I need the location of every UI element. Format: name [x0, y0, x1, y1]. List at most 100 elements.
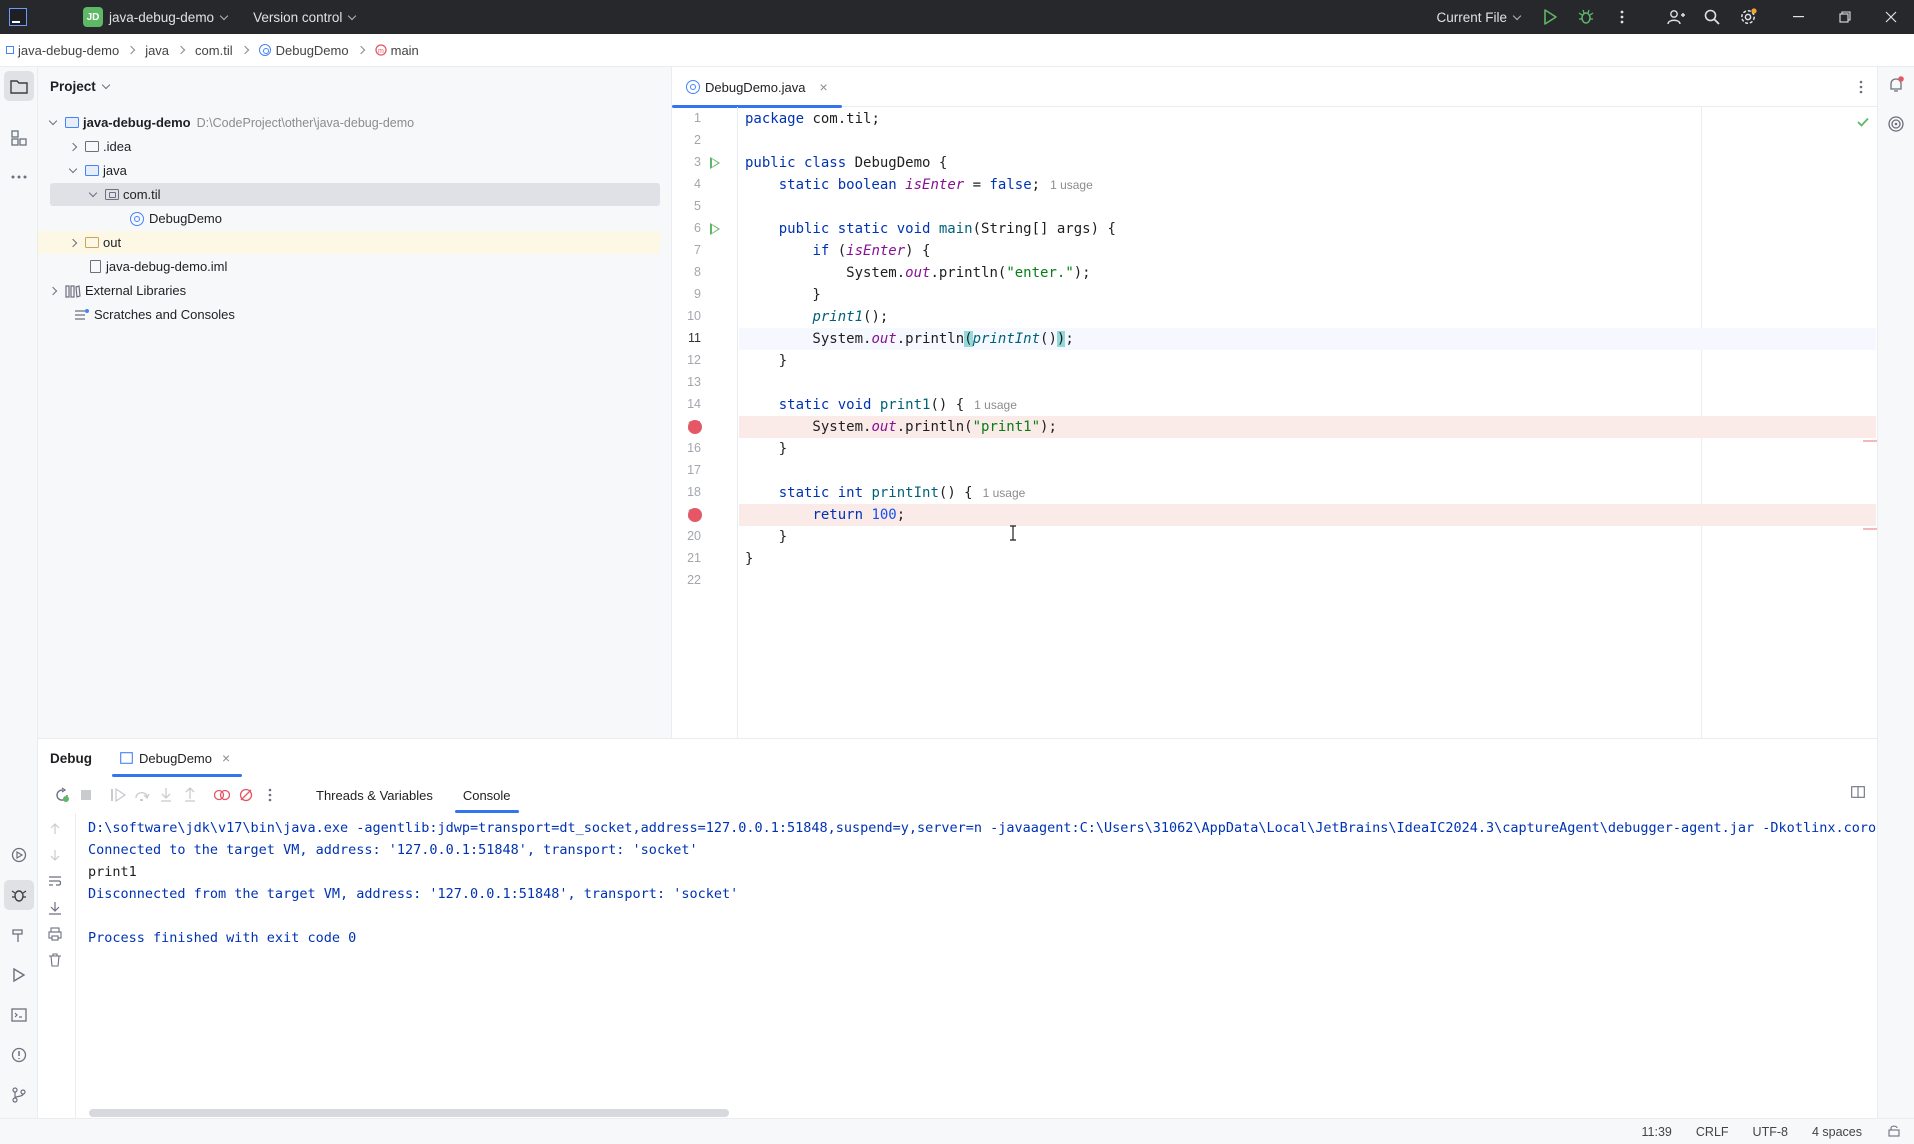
no-problems-check-icon[interactable] [1857, 115, 1869, 130]
file-icon [90, 260, 101, 273]
step-into-icon[interactable] [154, 783, 178, 807]
breadcrumb-item-java[interactable]: java [145, 43, 169, 58]
tree-item-label: com.til [123, 187, 161, 202]
close-session-icon[interactable]: × [222, 750, 230, 766]
tree-item-iml[interactable]: java-debug-demo.iml [50, 255, 660, 278]
project-panel: Project java-debug-demo D:\CodeProject\o… [38, 67, 672, 738]
step-over-icon[interactable] [130, 783, 154, 807]
scroll-down-arrow-icon[interactable] [49, 849, 61, 864]
breakpoint-icon[interactable] [688, 508, 702, 522]
editor-gutter[interactable]: 12345678910111213141516171819202122 [672, 107, 738, 738]
breakpoint-icon[interactable] [688, 420, 702, 434]
console-output[interactable]: D:\software\jdk\v17\bin\java.exe -agentl… [88, 817, 1877, 949]
services-icon[interactable] [4, 840, 34, 870]
more-tools-icon[interactable] [4, 162, 34, 192]
expand-arrow-icon[interactable] [48, 116, 58, 126]
tree-item-idea[interactable]: .idea [50, 135, 660, 158]
usage-hint[interactable]: 1 usage [1050, 178, 1093, 192]
restore-icon[interactable] [1822, 0, 1868, 34]
horizontal-scrollbar[interactable] [89, 1109, 729, 1117]
terminal-icon[interactable] [4, 1000, 34, 1030]
add-user-icon[interactable] [1658, 0, 1694, 34]
build-hammer-icon[interactable] [4, 920, 34, 950]
read-only-lock-icon[interactable] [1888, 1125, 1900, 1140]
run-gutter-icon[interactable] [710, 223, 720, 235]
close-icon[interactable] [1868, 0, 1914, 34]
problems-icon[interactable] [4, 1040, 34, 1070]
ai-assistant-spiral-icon[interactable] [1887, 115, 1905, 136]
debug-session-tab[interactable]: DebugDemo × [111, 739, 243, 777]
project-tool-folder-icon[interactable] [4, 71, 34, 101]
rerun-icon[interactable] [50, 783, 74, 807]
debug-icon[interactable] [1568, 0, 1604, 34]
step-out-icon[interactable] [178, 783, 202, 807]
run-config-selector[interactable]: Current File [1430, 0, 1522, 34]
class-icon [686, 80, 700, 94]
project-selector[interactable]: JD java-debug-demo [65, 0, 229, 34]
mute-breakpoints-icon[interactable] [234, 783, 258, 807]
tree-item-external-libraries[interactable]: External Libraries [48, 279, 660, 302]
editor-tab-debugdemo[interactable]: DebugDemo.java × [672, 67, 842, 108]
soft-wrap-icon[interactable] [48, 875, 62, 890]
search-icon[interactable] [1694, 0, 1730, 34]
caret-position[interactable]: 11:39 [1642, 1125, 1672, 1139]
usage-hint[interactable]: 1 usage [974, 398, 1017, 412]
run-tool-icon[interactable] [4, 960, 34, 990]
library-icon [65, 284, 81, 298]
scroll-up-arrow-icon[interactable] [49, 823, 61, 838]
breadcrumb-item-project[interactable]: java-debug-demo [18, 43, 119, 58]
editor-more-icon[interactable] [1859, 80, 1863, 97]
line-number: 2 [694, 133, 701, 147]
tree-item-out[interactable]: out [38, 231, 660, 254]
tree-item-scratches[interactable]: Scratches and Consoles [50, 303, 660, 326]
expand-arrow-icon[interactable] [68, 164, 78, 174]
line-number: 21 [687, 551, 701, 565]
more-icon[interactable] [258, 783, 282, 807]
expand-arrow-icon[interactable] [88, 188, 98, 198]
collapse-arrow-icon[interactable] [68, 238, 78, 247]
error-stripe-mark[interactable] [1863, 440, 1877, 442]
print-icon[interactable] [48, 927, 62, 944]
package-icon [105, 189, 119, 200]
vcs-selector[interactable]: Version control [247, 0, 357, 34]
close-tab-icon[interactable]: × [819, 79, 827, 95]
chevron-down-icon [219, 11, 229, 20]
more-actions-icon[interactable] [1604, 0, 1640, 34]
tree-item-label: External Libraries [85, 283, 187, 298]
collapse-arrow-icon[interactable] [68, 142, 78, 151]
debug-panel: Debug DebugDemo × Threads & Variables Co… [38, 738, 1877, 1119]
notifications-bell-icon[interactable] [1887, 76, 1905, 97]
breadcrumb-item-class[interactable]: DebugDemo [276, 43, 349, 58]
breadcrumb-item-method[interactable]: main [391, 43, 419, 58]
structure-icon[interactable] [4, 123, 34, 153]
settings-gear-icon[interactable] [1730, 0, 1766, 34]
run-gutter-icon[interactable] [710, 157, 720, 169]
resume-icon[interactable] [106, 783, 130, 807]
collapse-arrow-icon[interactable] [48, 286, 58, 295]
line-separator[interactable]: CRLF [1696, 1125, 1729, 1139]
run-icon[interactable] [1532, 0, 1568, 34]
text-cursor-icon [1009, 525, 1017, 544]
breadcrumb-item-package[interactable]: com.til [195, 43, 233, 58]
git-icon[interactable] [4, 1080, 34, 1110]
tab-console[interactable]: Console [454, 777, 519, 813]
main-menu-icon[interactable] [49, 0, 65, 34]
scroll-to-end-icon[interactable] [48, 901, 62, 918]
usage-hint[interactable]: 1 usage [983, 486, 1026, 500]
stop-icon[interactable] [74, 783, 98, 807]
minimize-icon[interactable] [1776, 0, 1822, 34]
indent-setting[interactable]: 4 spaces [1812, 1125, 1862, 1139]
tree-item-package[interactable]: com.til [50, 183, 660, 206]
tree-item-java[interactable]: java [50, 159, 660, 182]
debug-tool-icon[interactable] [4, 880, 34, 910]
intellij-logo-icon[interactable] [9, 8, 27, 26]
layout-settings-icon[interactable] [1851, 786, 1865, 801]
tree-item-class[interactable]: DebugDemo [50, 207, 660, 230]
project-panel-header[interactable]: Project [38, 67, 671, 105]
clear-all-trash-icon[interactable] [48, 953, 62, 970]
file-encoding[interactable]: UTF-8 [1753, 1125, 1788, 1139]
tab-threads-variables[interactable]: Threads & Variables [308, 777, 441, 813]
view-breakpoints-icon[interactable] [210, 783, 234, 807]
error-stripe-mark[interactable] [1863, 528, 1877, 530]
tree-item-root[interactable]: java-debug-demo D:\CodeProject\other\jav… [48, 111, 660, 134]
